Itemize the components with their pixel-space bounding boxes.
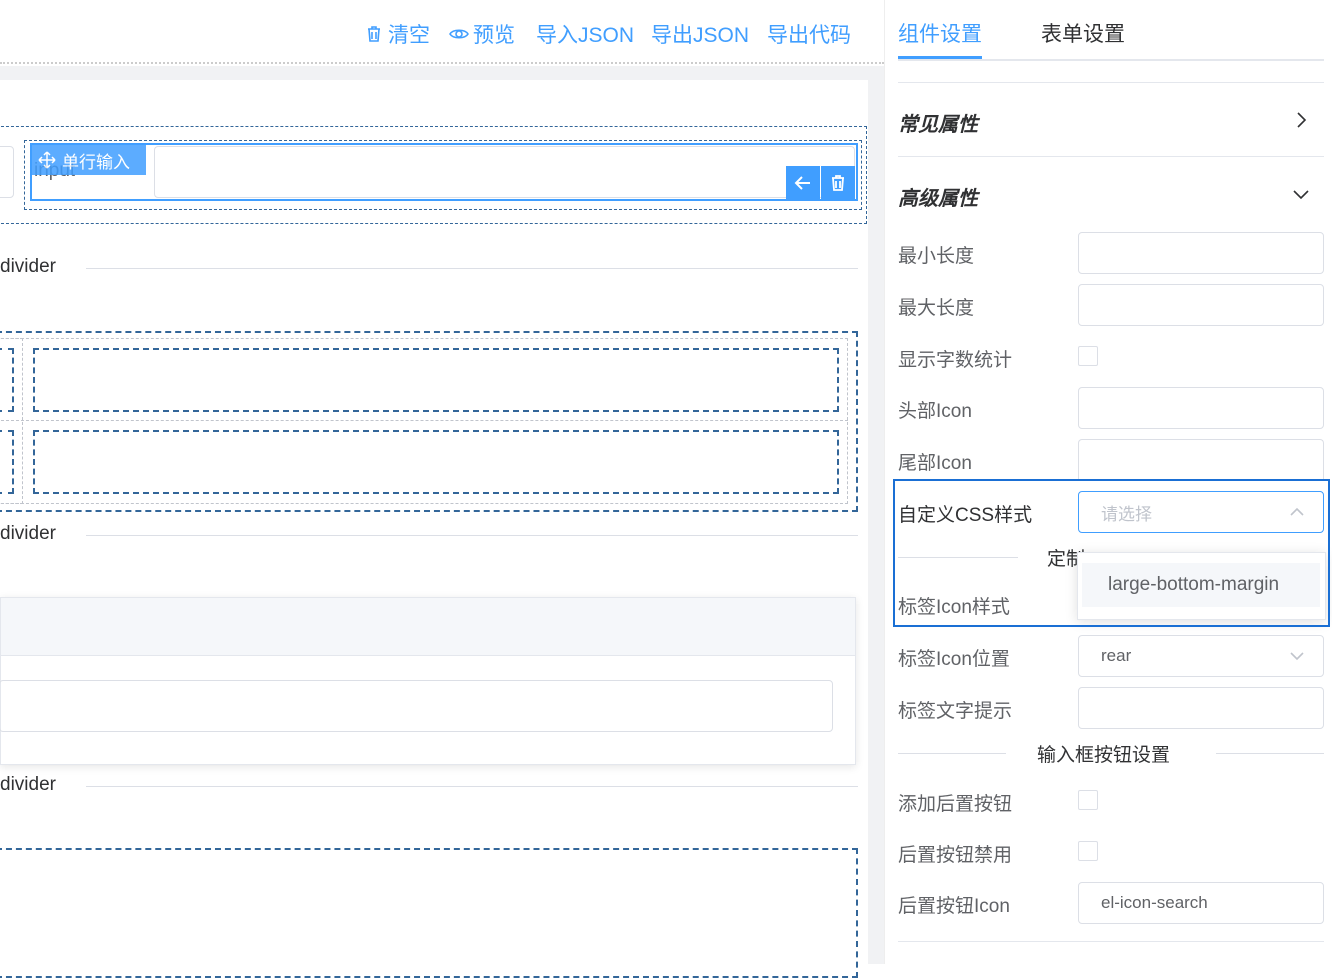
widget-drag-handle[interactable]: 单行输入: [32, 145, 146, 175]
section-line: [898, 156, 1324, 157]
chevron-right-icon[interactable]: [1289, 108, 1313, 132]
arrow-left-icon: [794, 176, 810, 190]
max-length-label: 最大长度: [898, 298, 975, 319]
move-icon: [38, 151, 56, 169]
single-line-input[interactable]: [154, 146, 855, 198]
highlight-box: [893, 479, 1330, 627]
preview-button[interactable]: 预览: [449, 20, 515, 48]
append-button-disabled-checkbox[interactable]: [1078, 841, 1098, 861]
prefix-icon-label: 头部Icon: [898, 401, 972, 422]
form-canvas-area: 清空 预览 导入JSON 导出JSON 导出代码 input 单行输入 divi…: [0, 0, 884, 978]
left-clipped-input: [0, 146, 14, 198]
grid-cell[interactable]: [0, 430, 14, 494]
divider-line: [86, 786, 858, 787]
card-container[interactable]: [0, 597, 856, 765]
widget-tag-label: 单行输入: [62, 152, 130, 172]
clear-button[interactable]: 清空: [364, 20, 430, 48]
input-button-settings-heading: 输入框按钮设置: [1037, 740, 1171, 767]
append-button-icon-value: el-icon-search: [1101, 893, 1208, 912]
tab-form-settings[interactable]: 表单设置: [1041, 18, 1125, 48]
tab-bar-line: [898, 59, 1324, 61]
suffix-icon-input[interactable]: [1078, 439, 1324, 479]
show-word-limit-label: 显示字数统计: [898, 350, 1013, 371]
card-header: [1, 598, 855, 656]
card-input[interactable]: [0, 680, 833, 732]
divider-label: divider: [0, 256, 56, 277]
trash-icon: [832, 175, 844, 191]
chevron-down-icon[interactable]: [1289, 182, 1313, 206]
select-parent-button[interactable]: [786, 166, 820, 200]
preview-label: 预览: [473, 24, 515, 47]
bottom-container[interactable]: [0, 848, 858, 978]
append-button-checkbox[interactable]: [1078, 790, 1098, 810]
divider-line: [898, 753, 1006, 754]
import-json-label: 导入JSON: [536, 24, 635, 47]
divider-label: divider: [0, 774, 56, 795]
show-word-limit-checkbox[interactable]: [1078, 346, 1098, 366]
grid-cell[interactable]: [33, 348, 839, 412]
section-common-title[interactable]: 常见属性: [898, 108, 978, 137]
append-button-icon-label: 后置按钮Icon: [898, 896, 1010, 917]
append-button-disabled-label: 后置按钮禁用: [898, 845, 1013, 866]
label-tooltip-input[interactable]: [1078, 687, 1324, 729]
grid-row-divider: [0, 420, 848, 421]
grid-cell[interactable]: [33, 430, 839, 494]
min-length-label: 最小长度: [898, 246, 975, 267]
section-line: [898, 941, 1324, 942]
label-icon-position-value: rear: [1101, 646, 1132, 665]
divider-line: [86, 268, 858, 269]
tab-component-settings[interactable]: 组件设置: [898, 18, 982, 48]
clear-label: 清空: [388, 24, 430, 47]
delete-widget-button[interactable]: [821, 166, 855, 200]
suffix-icon-label: 尾部Icon: [898, 453, 972, 474]
section-line: [898, 82, 1324, 83]
append-button-icon-input[interactable]: el-icon-search: [1078, 882, 1324, 924]
eye-icon: [449, 29, 469, 39]
export-json-label: 导出JSON: [651, 24, 750, 47]
label-icon-position-label: 标签Icon位置: [898, 649, 1010, 670]
max-length-input[interactable]: [1078, 284, 1324, 326]
tab-active-indicator: [898, 56, 982, 59]
toolbar: 清空 预览 导入JSON 导出JSON 导出代码: [0, 0, 884, 64]
label-tooltip-label: 标签文字提示: [898, 701, 1013, 722]
export-code-button[interactable]: 导出代码: [767, 20, 851, 48]
divider-line: [1216, 753, 1324, 754]
chevron-down-icon[interactable]: [1287, 646, 1307, 666]
min-length-input[interactable]: [1078, 232, 1324, 274]
export-code-label: 导出代码: [767, 24, 851, 47]
export-json-button[interactable]: 导出JSON: [651, 20, 749, 48]
trash-icon: [368, 26, 380, 42]
import-json-button[interactable]: 导入JSON: [536, 20, 634, 48]
section-advanced-title[interactable]: 高级属性: [898, 182, 978, 211]
divider-line: [86, 535, 858, 536]
grid-cell[interactable]: [0, 348, 14, 412]
divider-label: divider: [0, 523, 56, 544]
prefix-icon-input[interactable]: [1078, 387, 1324, 429]
append-button-label: 添加后置按钮: [898, 794, 1013, 815]
